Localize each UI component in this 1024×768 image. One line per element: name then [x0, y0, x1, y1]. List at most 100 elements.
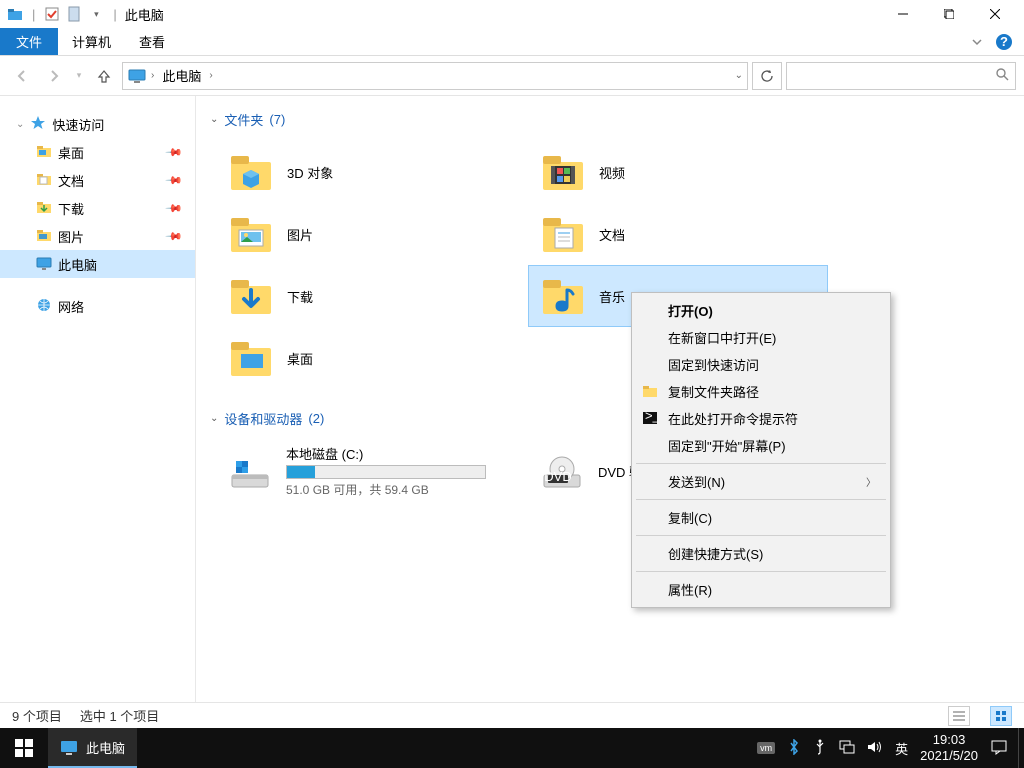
- folder-label: 下载: [287, 287, 313, 306]
- drive-free: 51.0 GB 可用，共 59.4 GB: [286, 481, 486, 498]
- title-bar: | ▾ | 此电脑: [0, 0, 1024, 28]
- chevron-down-icon: ⌄: [210, 413, 218, 424]
- content-pane: ⌄ 文件夹 (7) 3D 对象 视频 图片 文档 下载: [196, 96, 1024, 702]
- this-pc-icon: [36, 255, 52, 274]
- menu-pin-quick[interactable]: 固定到快速访问: [634, 351, 888, 378]
- tab-computer[interactable]: 计算机: [58, 28, 125, 55]
- taskbar: 此电脑 vm 英 19:03 2021/5/20: [0, 728, 1024, 768]
- menu-open-cmd[interactable]: >_ 在此处打开命令提示符: [634, 405, 888, 432]
- nav-network[interactable]: 网络: [0, 292, 195, 320]
- volume-icon[interactable]: [867, 740, 883, 757]
- ime-indicator[interactable]: 英: [895, 739, 908, 758]
- menu-open[interactable]: 打开(O): [634, 297, 888, 324]
- breadcrumb-sep: ›: [151, 70, 154, 81]
- qat-separator-2: |: [113, 7, 116, 22]
- clock-date: 2021/5/20: [920, 748, 978, 764]
- nav-documents[interactable]: 文档 📌: [0, 166, 195, 194]
- menu-separator: [636, 571, 886, 572]
- start-button[interactable]: [0, 728, 48, 768]
- drive-label: 本地磁盘 (C:): [286, 444, 486, 463]
- pin-icon: 📌: [165, 199, 184, 218]
- back-button[interactable]: [8, 62, 36, 90]
- folder-label: 桌面: [287, 349, 313, 368]
- help-icon[interactable]: ?: [992, 28, 1016, 55]
- folder-3d-objects[interactable]: 3D 对象: [216, 141, 516, 203]
- file-tab[interactable]: 文件: [0, 28, 58, 55]
- menu-new-window[interactable]: 在新窗口中打开(E): [634, 324, 888, 351]
- nav-quick-access[interactable]: ⌄ 快速访问: [0, 110, 195, 138]
- qat-dropdown-icon[interactable]: ▾: [87, 5, 105, 23]
- menu-pin-start[interactable]: 固定到"开始"屏幕(P): [634, 432, 888, 459]
- menu-label: 创建快捷方式(S): [668, 544, 763, 563]
- show-desktop-button[interactable]: [1018, 728, 1024, 768]
- nav-label: 桌面: [58, 143, 84, 162]
- qat-checkbox-icon[interactable]: [43, 5, 61, 23]
- search-box[interactable]: [786, 62, 1016, 90]
- folder-pictures[interactable]: 图片: [216, 203, 516, 265]
- folder-icon: [227, 148, 275, 196]
- menu-label: 复制(C): [668, 508, 712, 527]
- system-tray: vm 英 19:03 2021/5/20: [747, 728, 1018, 768]
- menu-send-to[interactable]: 发送到(N)〉: [634, 468, 888, 495]
- group-devices[interactable]: ⌄ 设备和驱动器 (2): [196, 405, 1024, 432]
- folder-label: 3D 对象: [287, 163, 333, 182]
- maximize-button[interactable]: [926, 0, 972, 28]
- notifications-icon[interactable]: [990, 739, 1008, 758]
- window-title: 此电脑: [125, 5, 164, 24]
- address-bar[interactable]: › 此电脑 › ⌄: [122, 62, 748, 90]
- ribbon-collapse-icon[interactable]: [970, 28, 984, 55]
- folder-label: 视频: [599, 163, 625, 182]
- nav-desktop[interactable]: 桌面 📌: [0, 138, 195, 166]
- menu-copy-path[interactable]: 复制文件夹路径: [634, 378, 888, 405]
- folder-videos[interactable]: 视频: [528, 141, 828, 203]
- group-label: 设备和驱动器: [224, 409, 302, 428]
- svg-text:DVD: DVD: [544, 469, 571, 484]
- breadcrumb-root[interactable]: 此电脑: [158, 64, 205, 87]
- folder-downloads[interactable]: 下载: [216, 265, 516, 327]
- folder-documents[interactable]: 文档: [528, 203, 828, 265]
- folder-icon: [36, 143, 52, 162]
- close-button[interactable]: [972, 0, 1018, 28]
- folder-icon: [227, 334, 275, 382]
- nav-label: 此电脑: [58, 255, 97, 274]
- bluetooth-icon[interactable]: [787, 739, 801, 758]
- navigation-tree: ⌄ 快速访问 桌面 📌 文档 📌 下载 📌 图片 📌 此电脑: [0, 96, 196, 702]
- breadcrumb-sep-2[interactable]: ›: [209, 70, 212, 81]
- network-tray-icon[interactable]: [839, 740, 855, 757]
- group-folders[interactable]: ⌄ 文件夹 (7): [196, 106, 1024, 133]
- folder-icon: [539, 148, 587, 196]
- menu-copy[interactable]: 复制(C): [634, 504, 888, 531]
- cmd-icon: >_: [642, 410, 660, 428]
- address-dropdown-icon[interactable]: ⌄: [735, 70, 743, 81]
- menu-create-shortcut[interactable]: 创建快捷方式(S): [634, 540, 888, 567]
- folder-desktop[interactable]: 桌面: [216, 327, 516, 389]
- menu-label: 属性(R): [668, 580, 712, 599]
- menu-properties[interactable]: 属性(R): [634, 576, 888, 603]
- menu-label: 打开(O): [668, 301, 713, 320]
- nav-label: 文档: [58, 171, 84, 190]
- drive-local-c[interactable]: 本地磁盘 (C:) 51.0 GB 可用，共 59.4 GB: [216, 440, 516, 502]
- taskbar-clock[interactable]: 19:03 2021/5/20: [920, 732, 978, 763]
- clock-time: 19:03: [920, 732, 978, 748]
- folder-icon: [36, 171, 52, 190]
- status-selected: 选中 1 个项目: [80, 706, 159, 725]
- nav-pictures[interactable]: 图片 📌: [0, 222, 195, 250]
- svg-text:>_: >_: [645, 410, 658, 423]
- usb-icon[interactable]: [813, 739, 827, 758]
- up-button[interactable]: [90, 62, 118, 90]
- vm-icon[interactable]: vm: [757, 742, 775, 754]
- recent-dropdown-icon[interactable]: ▾: [72, 62, 86, 90]
- minimize-button[interactable]: [880, 0, 926, 28]
- this-pc-icon: [127, 66, 147, 86]
- folder-label: 图片: [287, 225, 313, 244]
- refresh-button[interactable]: [752, 62, 782, 90]
- search-icon: [995, 67, 1009, 84]
- qat-file-icon[interactable]: [65, 5, 83, 23]
- tab-view[interactable]: 查看: [125, 28, 179, 55]
- taskbar-explorer[interactable]: 此电脑: [48, 728, 137, 768]
- nav-downloads[interactable]: 下载 📌: [0, 194, 195, 222]
- forward-button[interactable]: [40, 62, 68, 90]
- nav-this-pc[interactable]: 此电脑: [0, 250, 195, 278]
- view-details-button[interactable]: [948, 706, 970, 726]
- view-icons-button[interactable]: [990, 706, 1012, 726]
